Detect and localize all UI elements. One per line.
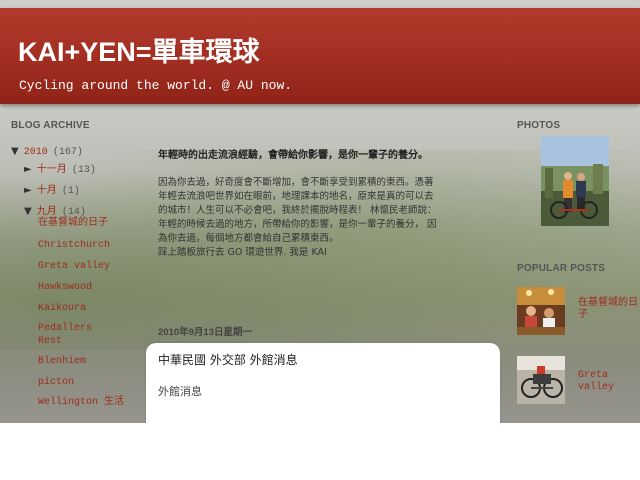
- intro-line: 的城市！人生可以不必會吧，我終於擺脫時程表！ 林懷民老師說：: [158, 205, 437, 216]
- collapse-toggle-icon[interactable]: ▼: [24, 206, 32, 217]
- intro-line: 因為你去過，好奇度會不斷增加，會不斷享受到累積的東西。憑著: [158, 177, 434, 188]
- post-body: 外館消息: [158, 385, 202, 398]
- archive-month-row: ► 十月 (1): [24, 178, 80, 197]
- blog-header: KAI+YEN=單車環球 Cycling around the world. @…: [0, 8, 640, 104]
- popular-post-link[interactable]: Greta valley: [578, 370, 628, 394]
- expand-toggle-icon[interactable]: ►: [24, 185, 32, 196]
- archive-month-link[interactable]: 十一月: [37, 165, 67, 176]
- expand-toggle-icon[interactable]: ►: [24, 164, 32, 175]
- bicycles-photo-image: [517, 356, 565, 404]
- archive-year-row: ▼ 2010 (167): [11, 139, 83, 158]
- intro-line: 年輕的時候去過的地方，所帶給你的影響，是你一輩子的養分， 因: [158, 219, 437, 230]
- cyclists-photo-image: [541, 136, 609, 226]
- intro-line: 為你去過，每個地方都會給自己累積東西。: [158, 233, 339, 244]
- blog-title[interactable]: KAI+YEN=單車環球: [18, 30, 260, 69]
- archive-post-link[interactable]: Blenhiem: [38, 355, 128, 368]
- archive-post-link[interactable]: picton: [38, 376, 128, 389]
- archive-month-row: ▼ 九月 (14): [24, 199, 86, 218]
- intro-line: 踩上踏板旅行去 GO 環遊世界. 我是 KAI: [158, 247, 327, 258]
- popular-post-thumbnail[interactable]: [517, 356, 565, 404]
- archive-post-link[interactable]: Hawkswood: [38, 281, 128, 294]
- archive-post-link[interactable]: Greta valley: [38, 260, 128, 273]
- blog-page: KAI+YEN=單車環球 Cycling around the world. @…: [0, 0, 640, 423]
- post-title[interactable]: 中華民國 外交部 外館消息: [158, 351, 298, 368]
- archive-month-row: ► 十一月 (13): [24, 157, 96, 176]
- archive-month-count: (1): [61, 186, 80, 197]
- page-bottom-blank: [0, 423, 640, 480]
- archive-post-link[interactable]: 在基督城的日子: [38, 217, 128, 230]
- intro-heading: 年輕時的出走流浪經驗，會帶給你影響，是你一輩子的養分。: [158, 150, 428, 161]
- archive-post-link[interactable]: Wellington 生活: [38, 396, 126, 409]
- intro-text: 因為你去過，好奇度會不斷增加，會不斷享受到累積的東西。憑著 年輕去流浪吧世界如在…: [158, 176, 488, 260]
- archive-heading: BLOG ARCHIVE: [11, 120, 90, 131]
- post-card: 中華民國 外交部 外館消息 外館消息: [146, 343, 500, 423]
- popular-post-thumbnail[interactable]: [517, 287, 565, 335]
- intro-line: 年輕去流浪吧世界如在眼前，地理課本的地名，原來是真的可以去: [158, 191, 434, 202]
- archive-month-count: (13): [71, 165, 96, 176]
- post-date-header: 2010年9月13日星期一: [158, 327, 252, 338]
- archive-post-link[interactable]: Christchurch: [38, 239, 128, 252]
- profile-photo[interactable]: [541, 136, 609, 226]
- archive-post-link[interactable]: Kaikoura: [38, 302, 128, 315]
- popular-post-link[interactable]: 在基督城的日子: [578, 298, 638, 322]
- collapse-toggle-icon[interactable]: ▼: [11, 146, 19, 157]
- restaurant-photo-image: [517, 287, 565, 335]
- photos-heading: PHOTOS: [517, 120, 561, 131]
- blog-description: Cycling around the world. @ AU now.: [19, 78, 293, 93]
- popular-posts-heading: POPULAR POSTS: [517, 263, 606, 274]
- archive-month-link[interactable]: 十月: [37, 186, 57, 197]
- archive-post-link[interactable]: Pedallers Rest: [38, 322, 100, 348]
